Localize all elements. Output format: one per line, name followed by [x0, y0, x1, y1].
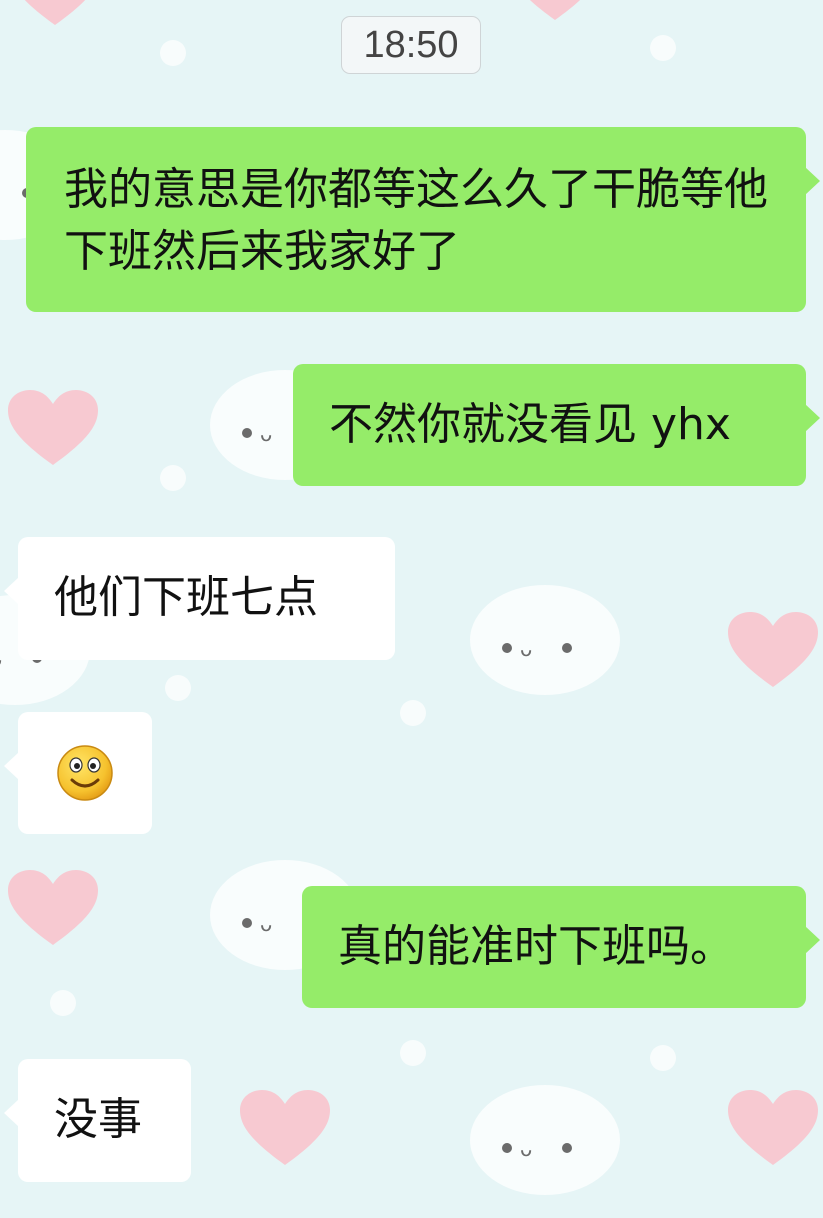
message-bubble-received[interactable]: 没事 — [4, 1059, 191, 1182]
dot-decoration — [165, 675, 191, 701]
cat-face-decoration: ᴗ — [470, 1085, 620, 1195]
heart-icon — [8, 870, 98, 945]
message-text: 真的能准时下班吗。 — [338, 921, 734, 972]
heart-icon — [240, 1090, 330, 1165]
heart-icon — [8, 390, 98, 465]
dot-decoration — [650, 35, 676, 61]
heart-icon — [728, 612, 818, 687]
dot-decoration — [400, 700, 426, 726]
message-text: 没事 — [54, 1094, 142, 1145]
heart-icon — [530, 0, 580, 20]
dot-decoration — [160, 40, 186, 66]
message-bubble-received[interactable] — [4, 712, 152, 834]
message-text: 我的意思是你都等这么久了干脆等他下班然后来我家好了 — [64, 164, 768, 277]
dot-decoration — [160, 465, 186, 491]
heart-icon — [24, 0, 86, 25]
dot-decoration — [400, 1040, 426, 1066]
heart-icon — [728, 1090, 818, 1165]
message-text: 不然你就没看见 yhx — [329, 399, 731, 450]
smiley-face-icon — [57, 745, 113, 801]
message-bubble-sent[interactable]: 不然你就没看见 yhx — [293, 364, 820, 486]
dot-decoration — [650, 1045, 676, 1071]
message-bubble-received[interactable]: 他们下班七点 — [4, 537, 395, 660]
timestamp-badge: 18:50 — [341, 16, 481, 74]
message-text: 他们下班七点 — [54, 572, 318, 623]
cat-face-decoration: ᴗ — [470, 585, 620, 695]
message-bubble-sent[interactable]: 我的意思是你都等这么久了干脆等他下班然后来我家好了 — [26, 127, 820, 312]
dot-decoration — [50, 990, 76, 1016]
message-bubble-sent[interactable]: 真的能准时下班吗。 — [302, 886, 820, 1008]
